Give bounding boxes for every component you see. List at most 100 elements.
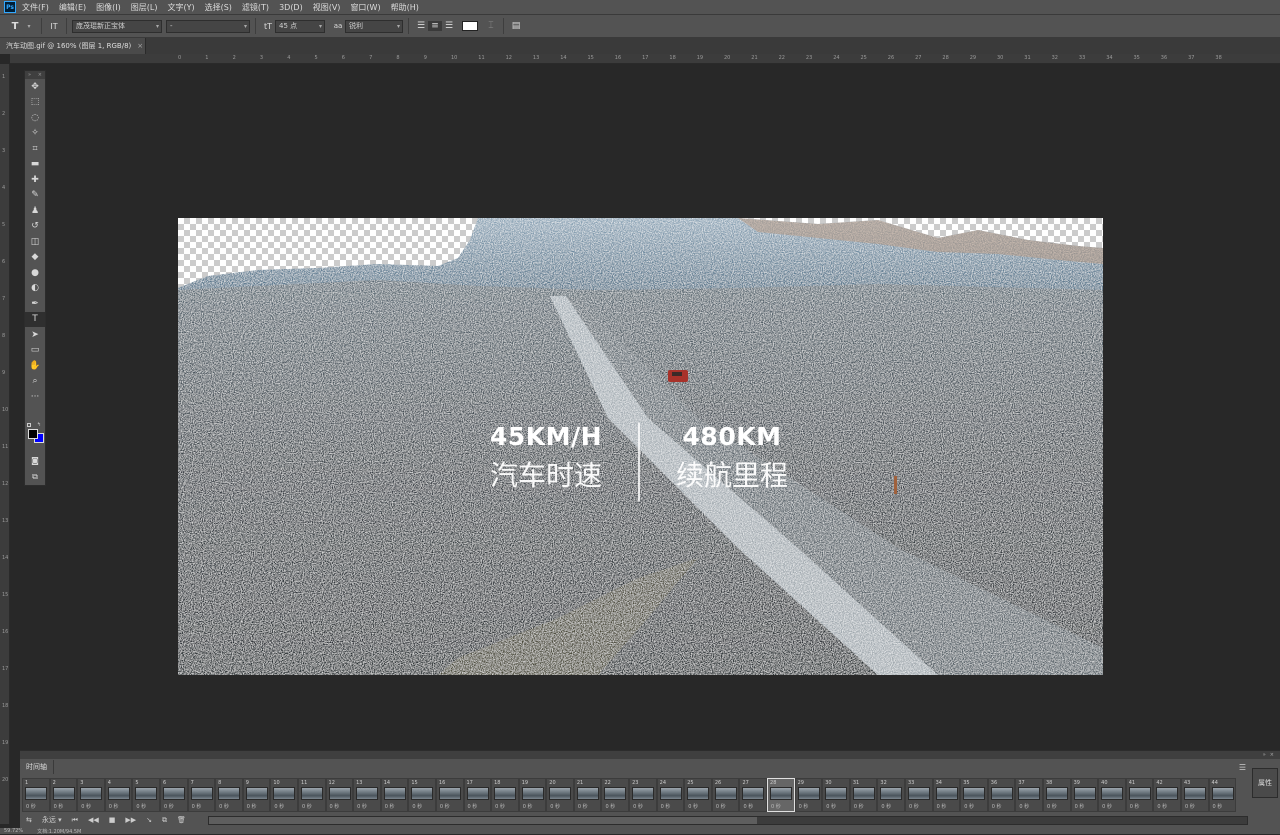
animation-frame[interactable]: 38 0 秒	[1042, 778, 1071, 812]
animation-frame[interactable]: 39 0 秒	[1070, 778, 1099, 812]
animation-frame[interactable]: 6 0 秒	[159, 778, 188, 812]
tab-timeline[interactable]: 时间轴	[20, 760, 54, 774]
animation-frame[interactable]: 20 0 秒	[546, 778, 574, 812]
stat-range-label[interactable]: 续航里程	[642, 454, 822, 494]
frame-delay[interactable]: 0 秒	[964, 803, 974, 810]
frame-delay[interactable]: 0 秒	[302, 803, 312, 810]
frame-delay[interactable]: 0 秒	[633, 803, 643, 810]
frame-delay[interactable]: 0 秒	[412, 803, 422, 810]
animation-frame[interactable]: 44 0 秒	[1208, 778, 1237, 812]
frame-delay[interactable]: 0 秒	[468, 803, 478, 810]
frame-delay[interactable]: 0 秒	[1130, 803, 1140, 810]
character-panel-icon[interactable]: ▤	[509, 21, 523, 31]
more-tools-icon[interactable]: ···	[25, 389, 45, 405]
document-canvas[interactable]: 45KM/H 汽车时速 480KM 续航里程	[178, 218, 1103, 675]
warp-text-icon[interactable]: ⌶	[484, 21, 498, 31]
animation-frame[interactable]: 5 0 秒	[132, 778, 160, 812]
animation-frame[interactable]: 23 0 秒	[629, 778, 657, 812]
default-colors-icon[interactable]	[27, 423, 31, 427]
animation-frame[interactable]: 9 0 秒	[242, 778, 271, 812]
frame-delay[interactable]: 0 秒	[992, 803, 1002, 810]
zoom-level[interactable]: 59.72%	[4, 828, 23, 834]
frame-delay[interactable]: 0 秒	[274, 803, 284, 810]
timeline-scrollbar[interactable]	[208, 816, 1248, 825]
menu-select[interactable]: 选择(S)	[205, 2, 232, 13]
loop-select[interactable]: 永远 ▾	[42, 815, 62, 825]
swap-colors-icon[interactable]: ↰	[37, 422, 41, 428]
frame-delay[interactable]: 0 秒	[909, 803, 919, 810]
collapse-icon[interactable]: »	[1263, 752, 1266, 758]
frame-delay[interactable]: 0 秒	[523, 803, 533, 810]
frame-delay[interactable]: 0 秒	[136, 803, 146, 810]
menu-3d[interactable]: 3D(D)	[279, 3, 303, 12]
frame-delay[interactable]: 0 秒	[578, 803, 588, 810]
frame-delay[interactable]: 0 秒	[54, 803, 64, 810]
photoshop-logo-icon[interactable]: Ps	[4, 1, 16, 13]
menu-layer[interactable]: 图层(L)	[131, 2, 158, 13]
frame-delay[interactable]: 0 秒	[716, 803, 726, 810]
frame-delay[interactable]: 0 秒	[385, 803, 395, 810]
screen-mode-icon[interactable]: ⧉	[25, 469, 45, 485]
color-swatches[interactable]: ↰	[27, 422, 45, 443]
frame-delay[interactable]: 0 秒	[661, 803, 671, 810]
menu-filter[interactable]: 滤镜(T)	[242, 2, 269, 13]
font-size-select[interactable]: 45 点 ▾	[275, 19, 325, 33]
frame-delay[interactable]: 0 秒	[881, 803, 891, 810]
frame-delay[interactable]: 0 秒	[1157, 803, 1167, 810]
paint-bucket-tool-icon[interactable]: ◆	[25, 250, 45, 266]
next-frame-button[interactable]: ▶▶	[125, 816, 136, 824]
type-tool-preset-icon[interactable]: T	[8, 21, 22, 32]
animation-frame[interactable]: 32 0 秒	[877, 778, 905, 812]
pen-tool-icon[interactable]: ✒	[25, 296, 45, 312]
animation-frame[interactable]: 40 0 秒	[1098, 778, 1126, 812]
animation-frame[interactable]: 26 0 秒	[711, 778, 740, 812]
animation-frame[interactable]: 41 0 秒	[1125, 778, 1154, 812]
antialias-select[interactable]: 锐利 ▾	[345, 19, 403, 33]
frame-delay[interactable]: 0 秒	[440, 803, 450, 810]
animation-frame[interactable]: 30 0 秒	[822, 778, 850, 812]
panel-menu-icon[interactable]: ☰	[1239, 763, 1246, 772]
frame-delay[interactable]: 0 秒	[81, 803, 91, 810]
first-frame-button[interactable]: ⏮	[72, 816, 78, 825]
frame-delay[interactable]: 0 秒	[1047, 803, 1057, 810]
dodge-tool-icon[interactable]: ◐	[25, 281, 45, 297]
brush-tool-icon[interactable]: ✎	[25, 188, 45, 204]
menu-view[interactable]: 视图(V)	[313, 2, 341, 13]
frame-delay[interactable]: 0 秒	[743, 803, 753, 810]
animation-frame[interactable]: 17 0 秒	[463, 778, 492, 812]
frame-delay[interactable]: 0 秒	[1075, 803, 1085, 810]
font-family-select[interactable]: 庞茂琨新正宝体 ▾	[72, 19, 162, 33]
frame-delay[interactable]: 0 秒	[357, 803, 367, 810]
frame-delay[interactable]: 0 秒	[495, 803, 505, 810]
stop-button[interactable]: ■	[109, 816, 116, 824]
frame-delay[interactable]: 0 秒	[330, 803, 340, 810]
delete-frame-icon[interactable]: 🗑	[177, 816, 186, 824]
frame-delay[interactable]: 0 秒	[26, 803, 36, 810]
menu-help[interactable]: 帮助(H)	[391, 2, 419, 13]
stat-speed-label[interactable]: 汽车时速	[456, 454, 636, 494]
chevron-down-icon[interactable]: ▾	[22, 23, 36, 30]
properties-panel-button[interactable]: 属性	[1252, 768, 1278, 798]
align-right-icon[interactable]: ☰	[442, 21, 456, 31]
animation-frame[interactable]: 2 0 秒	[49, 778, 78, 812]
type-tool-icon[interactable]: T	[25, 311, 45, 327]
frame-delay[interactable]: 0 秒	[550, 803, 560, 810]
animation-frame[interactable]: 29 0 秒	[794, 778, 823, 812]
menu-window[interactable]: 窗口(W)	[350, 2, 380, 13]
align-left-icon[interactable]: ☰	[414, 21, 428, 31]
animation-frame[interactable]: 31 0 秒	[849, 778, 878, 812]
hand-tool-icon[interactable]: ✋	[25, 358, 45, 374]
close-icon[interactable]: ×	[137, 42, 143, 50]
history-brush-tool-icon[interactable]: ↺	[25, 219, 45, 235]
zoom-tool-icon[interactable]: ⌕	[25, 374, 45, 390]
path-selection-tool-icon[interactable]: ➤	[25, 327, 45, 343]
animation-frame[interactable]: 36 0 秒	[987, 778, 1016, 812]
frame-delay[interactable]: 0 秒	[164, 803, 174, 810]
animation-frame[interactable]: 1 0 秒	[22, 778, 50, 812]
animation-frame[interactable]: 8 0 秒	[215, 778, 243, 812]
stat-speed-value[interactable]: 45KM/H	[456, 422, 636, 451]
foreground-color-swatch[interactable]	[28, 429, 38, 439]
scrollbar-thumb[interactable]	[209, 817, 757, 824]
frame-delay[interactable]: 0 秒	[799, 803, 809, 810]
close-icon[interactable]: ×	[38, 72, 42, 78]
